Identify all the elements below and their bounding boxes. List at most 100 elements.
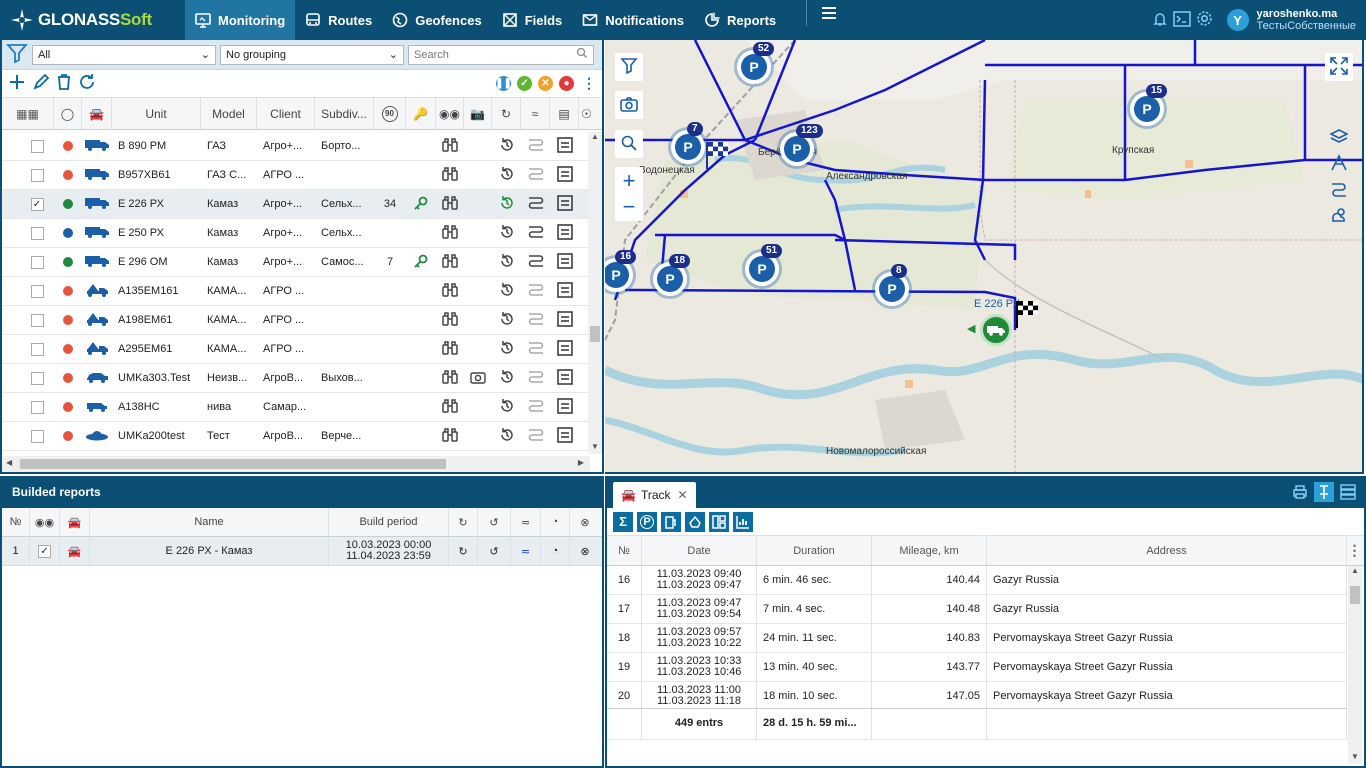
gear-icon[interactable]: [1196, 10, 1213, 30]
select-all-header[interactable]: ▦▦: [2, 98, 54, 129]
history-cell[interactable]: [492, 195, 521, 214]
report-row[interactable]: 1 ✓ 🚘 Е 226 РХ - Камаз 10.03.2023 00:00 …: [2, 537, 602, 566]
more-vertical-icon[interactable]: ⋮: [1347, 536, 1362, 565]
rows-icon[interactable]: [1338, 482, 1358, 502]
sigma-icon[interactable]: Σ: [613, 511, 633, 532]
fullscreen-button[interactable]: [1325, 53, 1353, 81]
table-row[interactable]: А295ЕМ61 КАМА... АГРО ...: [2, 335, 590, 364]
report-cell[interactable]: [550, 339, 579, 359]
binoculars-cell[interactable]: [436, 427, 464, 445]
history-header[interactable]: ↺: [478, 508, 511, 536]
binoculars-cell[interactable]: [436, 398, 464, 416]
history-header[interactable]: ↻: [492, 98, 521, 129]
report-checkbox[interactable]: ✓: [30, 537, 60, 565]
menu-button[interactable]: [806, 0, 837, 26]
report-cell[interactable]: [550, 426, 579, 446]
camera-cell[interactable]: [464, 370, 492, 387]
check-icon[interactable]: ✓: [517, 76, 532, 91]
geofence-icon[interactable]: [685, 511, 705, 532]
report-cell[interactable]: [550, 223, 579, 243]
report-cell[interactable]: [550, 194, 579, 214]
table-row[interactable]: А135ЕМ161 КАМА... АГРО ...: [2, 277, 590, 306]
zoom-out-button[interactable]: −: [615, 193, 643, 221]
nav-monitoring[interactable]: Monitoring: [185, 0, 296, 40]
nav-notifications[interactable]: Notifications: [572, 0, 694, 40]
map-route-header[interactable]: ≂: [511, 508, 541, 536]
brand-logo[interactable]: GLONASS Soft: [0, 8, 185, 32]
avatar[interactable]: Y: [1226, 9, 1249, 31]
map-search-button[interactable]: [615, 130, 643, 158]
report-refresh-button[interactable]: ↻: [449, 537, 478, 565]
binoculars-header[interactable]: ◉◉: [30, 508, 60, 536]
table-row[interactable]: UMKa303.Test Неизв... АгроВ... Выхов...: [2, 364, 590, 393]
chart-header[interactable]: ◔: [541, 508, 570, 536]
speed-header[interactable]: 90: [374, 98, 406, 129]
row-checkbox[interactable]: [2, 168, 54, 182]
route-cell[interactable]: [521, 167, 550, 184]
route-cell[interactable]: [521, 312, 550, 329]
type-header[interactable]: 🚘: [82, 98, 112, 129]
bar-chart-icon[interactable]: [733, 511, 753, 532]
route-cell[interactable]: [521, 370, 550, 387]
hscroll-thumb[interactable]: [20, 459, 446, 469]
scroll-thumb[interactable]: [590, 326, 600, 342]
row-checkbox[interactable]: [2, 342, 54, 356]
parking-cluster[interactable]: P 15: [1130, 84, 1168, 126]
history-cell[interactable]: [492, 340, 521, 359]
table-row[interactable]: 20 11.03.2023 11:00 11.03.2023 11:18 18 min…: [607, 682, 1347, 711]
row-checkbox[interactable]: [2, 313, 54, 327]
track-vertical-scrollbar[interactable]: ▲ ▼: [1348, 566, 1362, 764]
route-cell[interactable]: [521, 196, 550, 213]
trash-icon[interactable]: [56, 73, 72, 94]
binoculars-cell[interactable]: [436, 195, 464, 213]
close-header[interactable]: ⊗: [570, 508, 600, 536]
pin-icon[interactable]: [1314, 482, 1334, 502]
binoculars-cell[interactable]: [436, 369, 464, 387]
user-info[interactable]: yaroshenko.ma ТестыСобственные: [1257, 8, 1356, 32]
scroll-thumb[interactable]: [1350, 586, 1360, 604]
scroll-down-arrow[interactable]: ▼: [588, 442, 602, 454]
tab-track[interactable]: 🚘 Track ✕: [613, 482, 696, 508]
type-select[interactable]: All ⌄: [32, 44, 216, 65]
units-vertical-scrollbar[interactable]: ▲ ▼: [588, 132, 602, 454]
scroll-up-arrow[interactable]: ▲: [588, 132, 602, 144]
report-cell[interactable]: [550, 310, 579, 330]
history-cell[interactable]: [492, 137, 521, 156]
steering-header[interactable]: ☉: [579, 98, 594, 129]
route-header[interactable]: ≈: [521, 98, 550, 129]
print-icon[interactable]: [1290, 482, 1310, 502]
scroll-up-arrow[interactable]: ▲: [1348, 566, 1362, 578]
mileage-header[interactable]: Mileage, km: [872, 536, 987, 565]
report-cell[interactable]: [550, 165, 579, 185]
map-screenshot-button[interactable]: [615, 91, 643, 119]
map-filter-button[interactable]: [615, 53, 643, 81]
row-checkbox[interactable]: [2, 400, 54, 414]
binoculars-cell[interactable]: [436, 253, 464, 271]
history-cell[interactable]: [492, 311, 521, 330]
address-header[interactable]: Address: [987, 536, 1347, 565]
report-cell[interactable]: [550, 252, 579, 272]
row-checkbox[interactable]: ✓: [2, 197, 54, 211]
nav-reports[interactable]: Reports: [694, 0, 786, 40]
table-row[interactable]: 17 11.03.2023 09:47 11.03.2023 09:54 7 min.…: [607, 595, 1347, 624]
history-cell[interactable]: [492, 166, 521, 185]
parking-cluster[interactable]: P 18: [653, 254, 691, 296]
unit-header[interactable]: Unit: [112, 98, 201, 129]
report-map-button[interactable]: ≂: [511, 537, 541, 565]
terminal-icon[interactable]: [1172, 10, 1191, 30]
duration-header[interactable]: Duration: [757, 536, 872, 565]
model-header[interactable]: Model: [201, 98, 257, 129]
bell-icon[interactable]: [1152, 11, 1168, 30]
table-row[interactable]: 18 11.03.2023 09:57 11.03.2023 10:22 24 min…: [607, 624, 1347, 653]
map-view[interactable]: Водонецкая Берёзовская Александровская К…: [605, 40, 1364, 474]
ignition-header[interactable]: 🔑: [406, 98, 436, 129]
type-header[interactable]: 🚘: [60, 508, 90, 536]
report-cell[interactable]: [550, 368, 579, 388]
layers-icon[interactable]: [1329, 128, 1349, 154]
table-row[interactable]: А138НС нива Самар...: [2, 393, 590, 422]
scroll-right-arrow[interactable]: ▶: [578, 458, 584, 467]
lock-icon[interactable]: ●: [559, 76, 574, 91]
refresh-header[interactable]: ↻: [449, 508, 478, 536]
nav-fields[interactable]: Fields: [492, 0, 573, 40]
report-chart-button[interactable]: ◔: [541, 537, 570, 565]
